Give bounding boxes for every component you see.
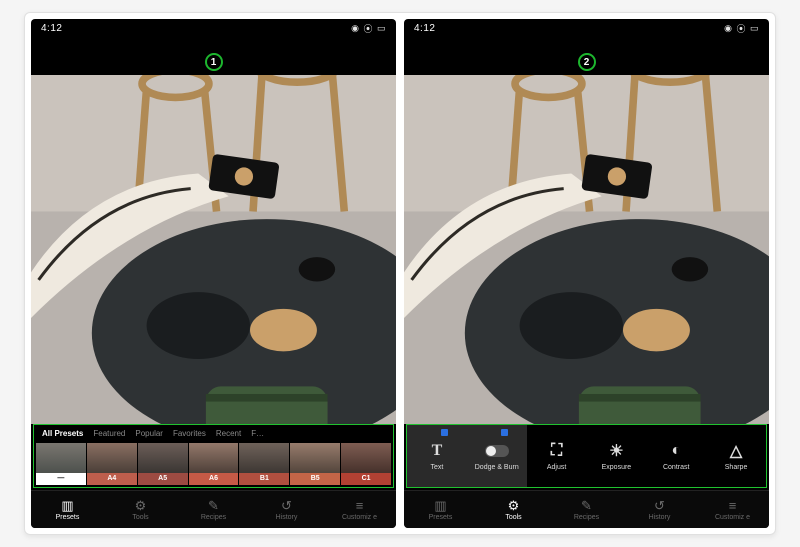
customize-icon: ≡ <box>729 499 737 512</box>
exposure-icon: ☀ <box>609 442 623 460</box>
status-icons: ◉ ⦿ ▭ <box>351 22 386 35</box>
nav-tools[interactable]: ⚙ Tools <box>477 491 550 528</box>
status-time: 4:12 <box>41 23 62 34</box>
step-badge-2: 2 <box>578 53 596 71</box>
preset-a4[interactable]: A4 <box>87 443 137 485</box>
preset-a5[interactable]: A5 <box>138 443 188 485</box>
nav-presets[interactable]: ▥ Presets <box>404 491 477 528</box>
signal-icon: ⦿ <box>736 22 746 35</box>
tool-exposure[interactable]: ☀ Exposure <box>586 425 646 487</box>
status-bar: 4:12 ◉ ⦿ ▭ <box>404 19 769 37</box>
photo-preview[interactable] <box>31 75 396 424</box>
tool-contrast[interactable]: ◐ Contrast <box>646 425 706 487</box>
preset-category-tabs: All Presets Featured Popular Favorites R… <box>33 424 394 442</box>
tab-popular[interactable]: Popular <box>135 429 163 438</box>
history-icon: ↺ <box>654 499 665 512</box>
nav-recipes[interactable]: ✎ Recipes <box>550 491 623 528</box>
preset-original[interactable]: — <box>36 443 86 485</box>
sharpen-icon: △ <box>730 442 742 460</box>
recipes-icon: ✎ <box>581 499 592 512</box>
tab-more[interactable]: F… <box>251 429 264 438</box>
preset-b5[interactable]: B5 <box>290 443 340 485</box>
photo-preview[interactable] <box>404 75 769 424</box>
tools-icon: ⚙ <box>135 499 147 512</box>
nav-history[interactable]: ↺ History <box>250 491 323 528</box>
tools-icon: ⚙ <box>508 499 520 512</box>
signal-icon: ⦿ <box>363 22 373 35</box>
lock-icon <box>441 429 448 436</box>
preset-thumbnails: — A4 A5 A6 B1 B5 <box>33 442 394 488</box>
status-icons: ◉ ⦿ ▭ <box>724 22 759 35</box>
tab-recent[interactable]: Recent <box>216 429 241 438</box>
status-time: 4:12 <box>414 23 435 34</box>
battery-icon: ▭ <box>377 23 386 34</box>
recipes-icon: ✎ <box>208 499 219 512</box>
nav-history[interactable]: ↺ History <box>623 491 696 528</box>
preview-image <box>31 75 396 424</box>
header-area: 2 <box>404 37 769 75</box>
customize-icon: ≡ <box>356 499 364 512</box>
preset-b1[interactable]: B1 <box>239 443 289 485</box>
battery-icon: ▭ <box>750 23 759 34</box>
nav-recipes[interactable]: ✎ Recipes <box>177 491 250 528</box>
preset-c1[interactable]: C1 <box>341 443 391 485</box>
tab-favorites[interactable]: Favorites <box>173 429 206 438</box>
wifi-icon: ◉ <box>351 23 359 34</box>
history-icon: ↺ <box>281 499 292 512</box>
status-bar: 4:12 ◉ ⦿ ▭ <box>31 19 396 37</box>
phone-screenshot-2: 4:12 ◉ ⦿ ▭ 2 <box>404 19 769 528</box>
tools-row: T Text Dodge & Burn ⛶ Adjust ☀ Exposure … <box>406 424 767 488</box>
lock-icon <box>501 429 508 436</box>
adjust-icon: ⛶ <box>551 442 562 460</box>
tab-featured[interactable]: Featured <box>93 429 125 438</box>
bottom-nav: ▥ Presets ⚙ Tools ✎ Recipes ↺ History ≡ … <box>404 490 769 528</box>
tool-dodge-burn[interactable]: Dodge & Burn <box>467 425 527 487</box>
nav-customize[interactable]: ≡ Customiz e <box>323 491 396 528</box>
presets-icon: ▥ <box>434 499 446 512</box>
text-icon: T <box>432 442 443 460</box>
nav-tools[interactable]: ⚙ Tools <box>104 491 177 528</box>
preview-image <box>404 75 769 424</box>
tab-all-presets[interactable]: All Presets <box>42 429 83 438</box>
bottom-nav: ▥ Presets ⚙ Tools ✎ Recipes ↺ History ≡ … <box>31 490 396 528</box>
toggle-icon <box>485 442 509 460</box>
tool-adjust[interactable]: ⛶ Adjust <box>527 425 587 487</box>
header-area: 1 <box>31 37 396 75</box>
nav-customize[interactable]: ≡ Customiz e <box>696 491 769 528</box>
nav-presets[interactable]: ▥ Presets <box>31 491 104 528</box>
contrast-icon: ◐ <box>671 442 681 460</box>
phone-screenshot-1: 4:12 ◉ ⦿ ▭ 1 <box>31 19 396 528</box>
tool-text[interactable]: T Text <box>407 425 467 487</box>
wifi-icon: ◉ <box>724 23 732 34</box>
step-badge-1: 1 <box>205 53 223 71</box>
presets-icon: ▥ <box>61 499 73 512</box>
tutorial-canvas: 4:12 ◉ ⦿ ▭ 1 <box>24 12 776 535</box>
preset-a6[interactable]: A6 <box>189 443 239 485</box>
tool-sharpen[interactable]: △ Sharpe <box>706 425 766 487</box>
